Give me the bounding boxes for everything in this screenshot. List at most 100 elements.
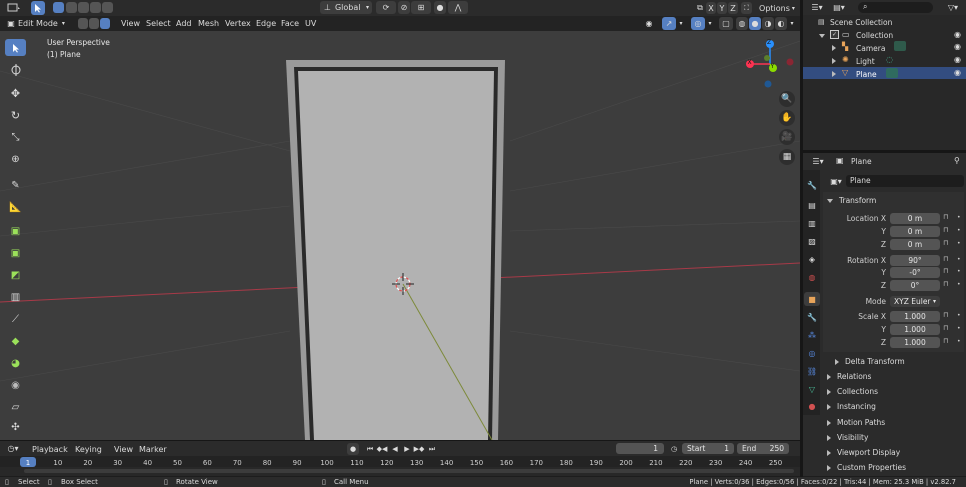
section-motion-paths[interactable]: Motion Paths xyxy=(827,418,885,427)
cursor-tool-icon[interactable] xyxy=(5,61,26,78)
tab-world-icon[interactable]: ◍ xyxy=(805,270,819,284)
rotate-tool-icon[interactable]: ↻ xyxy=(5,107,26,124)
tab-modifiers-icon[interactable]: 🔧 xyxy=(805,310,819,324)
shading-rendered-icon[interactable]: ◐ xyxy=(775,17,787,30)
eye-icon[interactable]: ◉ xyxy=(954,30,961,39)
rotation-z-field[interactable]: 0° xyxy=(890,280,940,291)
scale-z-field[interactable]: 1.000 xyxy=(890,337,940,348)
smooth-tool-icon[interactable]: ◉ xyxy=(5,377,26,394)
rotation-mode-dropdown[interactable]: XYZ Euler ▾ xyxy=(890,296,940,307)
outliner-display-mode-icon[interactable]: ▤▾ xyxy=(830,1,848,14)
edge-select-icon[interactable] xyxy=(89,18,99,29)
knife-tool-icon[interactable]: ⟋ xyxy=(5,311,26,328)
shading-solid-icon[interactable]: ● xyxy=(749,17,761,30)
area-divider[interactable] xyxy=(800,0,803,477)
3d-viewport[interactable] xyxy=(0,31,800,440)
section-custom-properties[interactable]: Custom Properties xyxy=(827,463,906,472)
outliner-editor-type-icon[interactable]: ☰▾ xyxy=(807,1,827,14)
section-visibility[interactable]: Visibility xyxy=(827,433,868,442)
zoom-icon[interactable]: 🔍 xyxy=(779,91,795,107)
viewport-editor-type-icon[interactable]: ▣ xyxy=(4,17,18,30)
navigation-gizmo[interactable]: Z X Y xyxy=(740,36,796,92)
eye-icon[interactable]: ◉ xyxy=(954,68,961,77)
keyframe-dot-icon[interactable]: • xyxy=(957,214,961,221)
tab-particles-icon[interactable]: ⁂ xyxy=(805,328,819,342)
options-dropdown[interactable]: Options ▾ xyxy=(758,2,796,14)
snap-toggle-icon[interactable]: ⊘ xyxy=(398,1,410,14)
eye-icon[interactable]: ◉ xyxy=(954,55,961,64)
object-name-field[interactable]: Plane xyxy=(846,175,964,187)
lock-icon[interactable]: ⊓ xyxy=(943,337,948,345)
mode-dropdown[interactable]: Edit Mode ▾ xyxy=(18,17,74,30)
overlays-toggle-icon[interactable]: ◎ xyxy=(691,17,705,30)
outliner-row-plane[interactable] xyxy=(803,67,966,79)
loop-cut-tool-icon[interactable]: ▥ xyxy=(5,289,26,306)
mirror-icon[interactable]: ⧉ xyxy=(695,2,705,14)
face-select-icon[interactable] xyxy=(100,18,110,29)
xray-toggle-icon[interactable]: ▢ xyxy=(719,17,733,30)
gizmo-dropdown-icon[interactable]: ▾ xyxy=(677,17,685,30)
tab-constraints-icon[interactable]: ⛓ xyxy=(805,364,819,378)
record-icon[interactable]: ● xyxy=(347,443,359,455)
timeline-editor-type-icon[interactable]: ◷▾ xyxy=(4,442,22,455)
keyframe-dot-icon[interactable]: • xyxy=(957,281,961,288)
outliner-search-input[interactable]: ⌕ xyxy=(858,2,933,13)
tab-object-icon[interactable]: ■ xyxy=(804,292,820,306)
start-frame-field[interactable]: Start 1 xyxy=(682,443,734,454)
menu-select[interactable]: Select xyxy=(146,19,171,28)
select-mode-extend-icon[interactable] xyxy=(66,2,77,13)
section-collections[interactable]: Collections xyxy=(827,387,878,396)
auto-merge-icon[interactable]: ⛶ xyxy=(741,2,752,14)
pan-hand-icon[interactable]: ✋ xyxy=(779,110,795,126)
measure-tool-icon[interactable]: 📐 xyxy=(5,199,26,216)
outliner-item-camera[interactable]: Camera xyxy=(856,44,885,53)
area-divider[interactable] xyxy=(803,150,966,153)
pin-icon[interactable]: ⚲ xyxy=(954,156,960,165)
scale-y-field[interactable]: 1.000 xyxy=(890,324,940,335)
timeline-scrollbar[interactable] xyxy=(24,469,794,473)
lock-icon[interactable]: ⊓ xyxy=(943,255,948,263)
jump-keyframe-back-icon[interactable]: ◆◀ xyxy=(376,443,388,455)
menu-timeline-view[interactable]: View xyxy=(114,445,133,454)
shading-material-icon[interactable]: ◑ xyxy=(762,17,774,30)
overlays-dropdown-icon[interactable]: ▾ xyxy=(706,17,714,30)
orientation-dropdown[interactable]: ⊥ Global ▾ xyxy=(320,1,372,14)
scale-tool-icon[interactable]: ⤡ xyxy=(5,129,26,146)
lock-icon[interactable]: ⊓ xyxy=(943,324,948,332)
menu-uv[interactable]: UV xyxy=(305,19,316,28)
rotation-y-field[interactable]: -0° xyxy=(890,267,940,278)
lock-icon[interactable]: ⊓ xyxy=(943,311,948,319)
checkbox-icon[interactable]: ✓ xyxy=(830,30,839,39)
tab-physics-icon[interactable]: ◎ xyxy=(805,346,819,360)
section-viewport-display[interactable]: Viewport Display xyxy=(827,448,900,457)
select-box-tool-icon[interactable] xyxy=(5,39,26,56)
menu-edge[interactable]: Edge xyxy=(256,19,276,28)
jump-start-icon[interactable]: ⏮ xyxy=(364,443,376,455)
lock-icon[interactable]: ⊓ xyxy=(943,239,948,247)
falloff-icon[interactable]: ⋀ xyxy=(448,1,468,14)
keyframe-dot-icon[interactable]: • xyxy=(957,227,961,234)
select-tool-icon[interactable] xyxy=(31,1,45,15)
transform-tool-icon[interactable]: ⊕ xyxy=(5,151,26,168)
rotation-x-field[interactable]: 90° xyxy=(890,255,940,266)
expand-plane-icon[interactable] xyxy=(832,69,842,78)
object-type-icon[interactable]: ▣▾ xyxy=(828,175,844,187)
menu-view[interactable]: View xyxy=(121,19,140,28)
mirror-x-toggle[interactable]: X xyxy=(706,2,716,14)
menu-vertex[interactable]: Vertex xyxy=(225,19,251,28)
lock-icon[interactable]: ⊓ xyxy=(943,267,948,275)
tab-tool-icon[interactable]: 🔧 xyxy=(805,178,819,192)
keyframe-dot-icon[interactable]: • xyxy=(957,256,961,263)
location-z-field[interactable]: 0 m xyxy=(890,239,940,250)
editor-type-icon[interactable] xyxy=(4,2,24,14)
menu-playback[interactable]: Playback xyxy=(32,445,68,454)
location-y-field[interactable]: 0 m xyxy=(890,226,940,237)
extrude-tool-icon[interactable]: ▣ xyxy=(5,223,26,240)
tab-render-icon[interactable]: ▤ xyxy=(805,198,819,212)
jump-end-icon[interactable]: ⏭ xyxy=(426,443,438,455)
tab-view-layer-icon[interactable]: ▨ xyxy=(805,234,819,248)
move-tool-icon[interactable]: ✥ xyxy=(5,85,26,102)
poly-build-tool-icon[interactable]: ◆ xyxy=(5,333,26,350)
area-divider[interactable] xyxy=(0,440,800,441)
outliner-scene-collection[interactable]: Scene Collection xyxy=(830,18,892,27)
